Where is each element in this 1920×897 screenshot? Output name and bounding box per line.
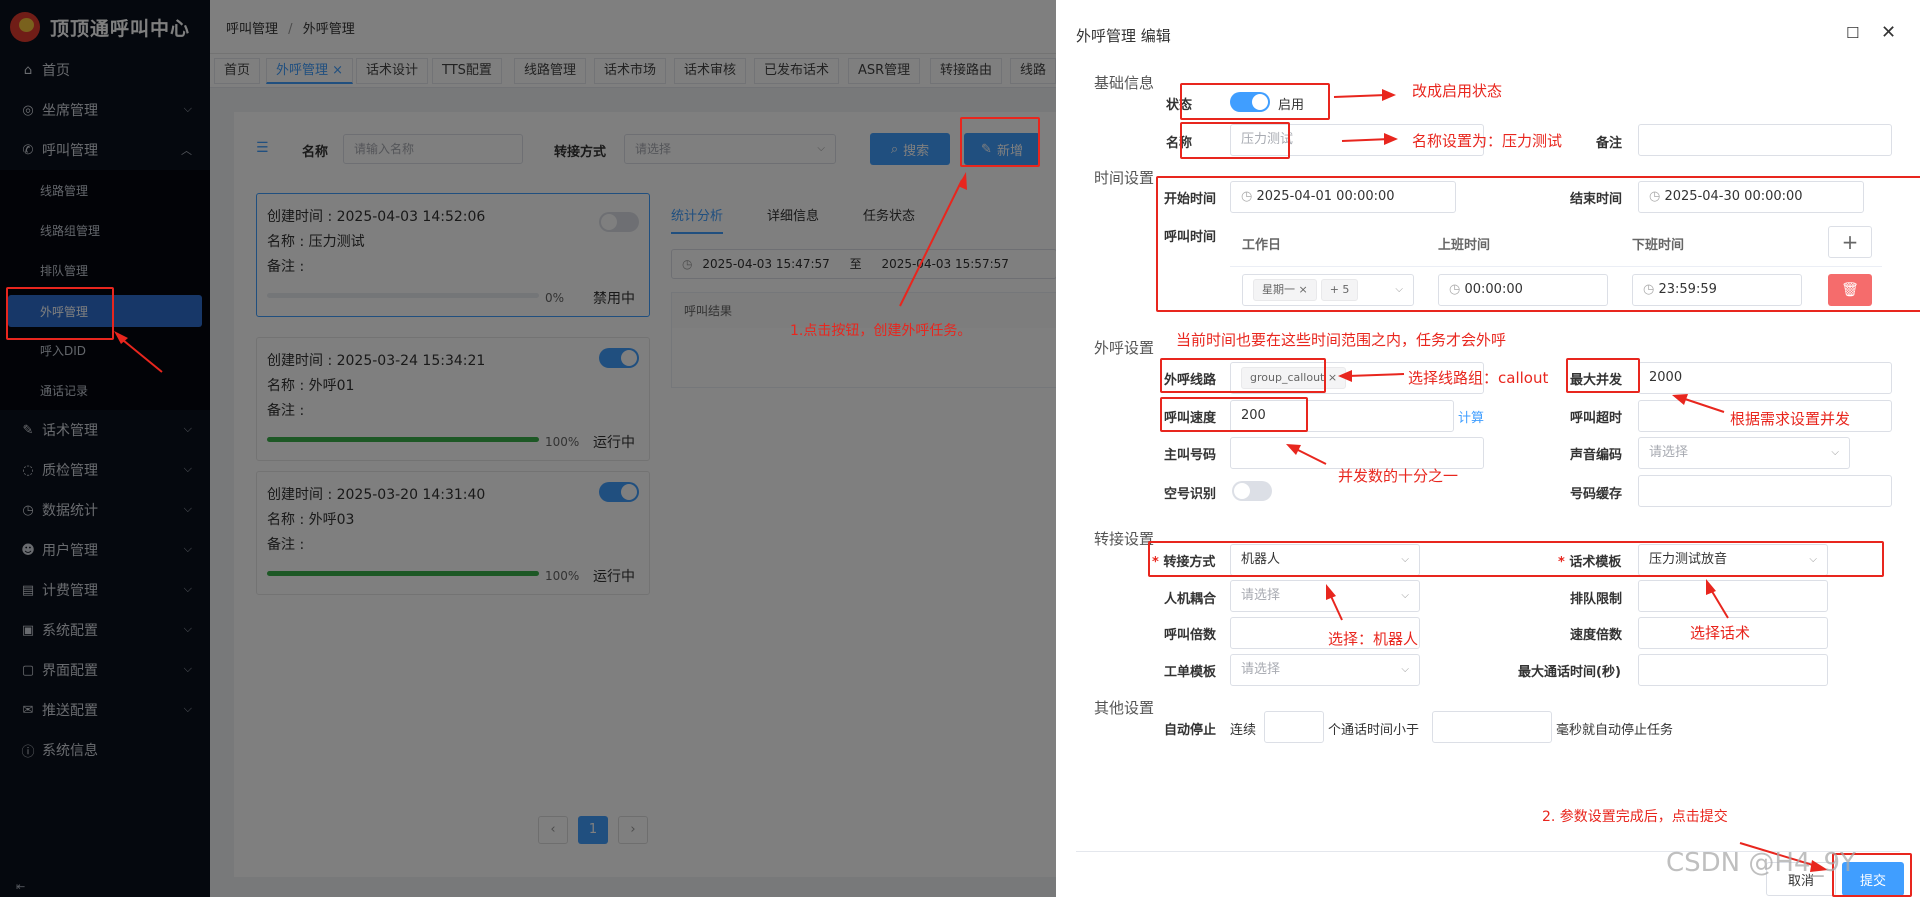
annotation-concurrency: 根据需求设置并发 <box>1730 410 1851 428</box>
edit-drawer: 外呼管理 编辑 ☐ ✕ 基础信息 时间设置 外呼设置 转接设置 其他设置 状态 … <box>1056 0 1920 897</box>
annotation-time: 当前时间也要在这些时间范围之内，任务才会外呼 <box>1176 331 1507 349</box>
annotation-line: 选择线路组：callout <box>1408 369 1549 387</box>
arrow-line <box>1329 593 1343 621</box>
arrow-line <box>1293 447 1327 465</box>
arrow-head <box>1384 133 1398 145</box>
highlight-add-button <box>960 117 1040 167</box>
arrow-line <box>1681 397 1725 413</box>
annotation-step2: 2. 参数设置完成后，点击提交 <box>1542 809 1728 825</box>
arrow-line <box>1333 94 1387 98</box>
arrow-head <box>1382 89 1396 101</box>
annotation-script: 选择话术 <box>1690 624 1751 642</box>
arrow-line <box>1347 373 1405 377</box>
annotation-speed: 并发数的十分之一 <box>1338 467 1459 485</box>
arrow-head <box>1326 584 1336 600</box>
arrow-line <box>117 335 163 373</box>
annotation-status: 改成启用状态 <box>1412 82 1503 100</box>
watermark: CSDN @H4_9Y <box>1666 848 1856 878</box>
annotation-robot: 选择：机器人 <box>1328 630 1419 648</box>
arrow-head <box>1338 370 1352 382</box>
arrow-head <box>1286 444 1301 455</box>
arrow-line <box>1341 138 1391 142</box>
arrow-head <box>1706 579 1716 595</box>
annotation-name: 名称设置为：压力测试 <box>1412 132 1563 150</box>
arrow-head <box>1672 394 1688 405</box>
arrow-line <box>899 179 963 307</box>
annotation-arrows-left <box>114 172 967 373</box>
arrow-line <box>1709 587 1729 619</box>
annotation-step1: 1.点击按钮，创建外呼任务。 <box>790 323 972 339</box>
